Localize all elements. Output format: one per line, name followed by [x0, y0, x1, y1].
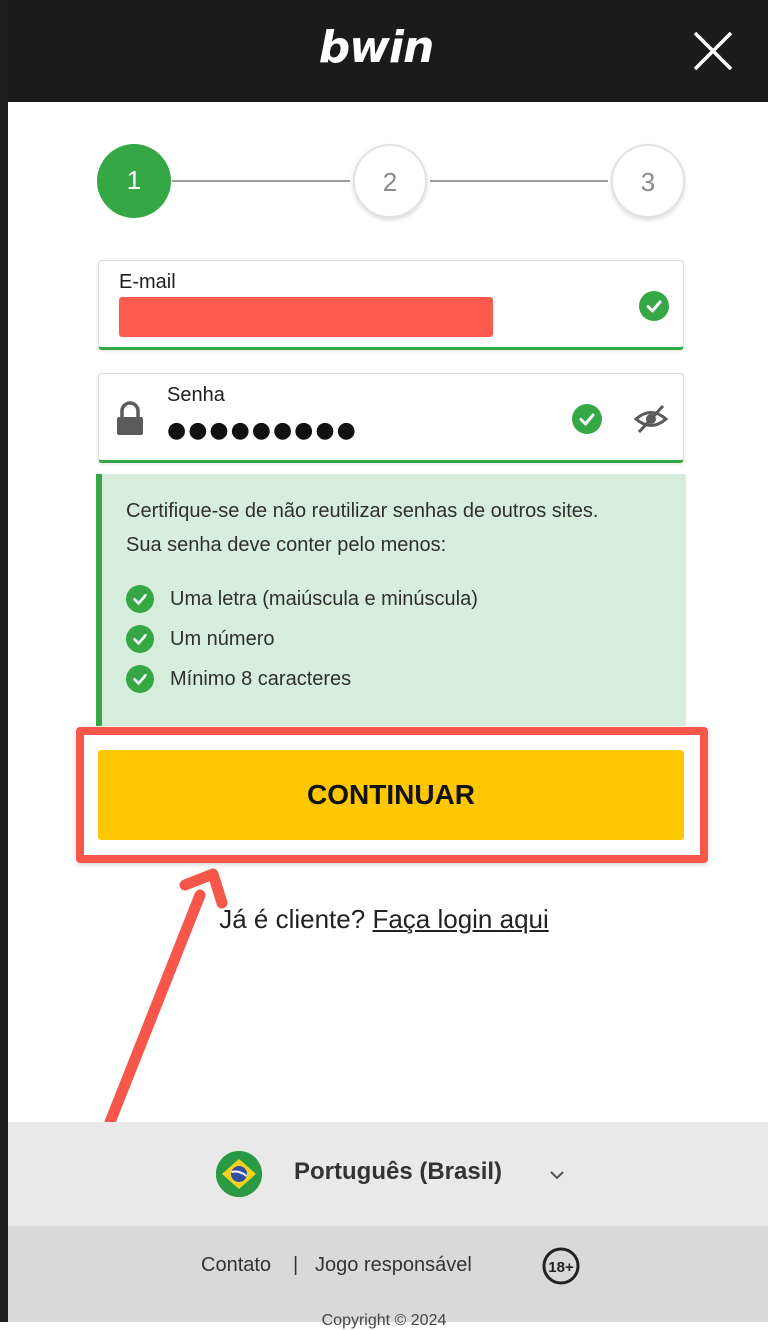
requirement-label: Um número	[170, 627, 275, 650]
login-prefix: Já é cliente?	[219, 904, 373, 934]
requirement-label: Mínimo 8 caracteres	[170, 667, 352, 690]
chevron-down-icon[interactable]	[546, 1164, 568, 1186]
login-link[interactable]: Faça login aqui	[372, 904, 548, 934]
email-field[interactable]: E-mail	[98, 260, 684, 350]
responsible-gaming-link[interactable]: Jogo responsável	[315, 1254, 472, 1277]
age-18-icon: 18+	[542, 1247, 580, 1285]
step-connector	[430, 180, 608, 182]
eye-off-icon[interactable]	[633, 401, 669, 437]
step-1: 1	[97, 144, 171, 218]
age-badge-label: 18+	[548, 1259, 574, 1276]
lock-icon	[117, 401, 143, 435]
step-connector	[172, 180, 350, 182]
email-label: E-mail	[119, 271, 176, 293]
redacted-email-value	[119, 297, 493, 337]
requirement-item: Um número	[126, 624, 274, 654]
password-value: ●●●●●●●●●	[167, 418, 358, 443]
requirement-item: Uma letra (maiúscula e minúscula)	[126, 584, 478, 614]
copyright-text: Copyright © 2024	[321, 1312, 447, 1329]
continue-button[interactable]: CONTINUAR	[98, 750, 684, 840]
hint-line-2: Sua senha deve conter pelo menos:	[126, 534, 447, 556]
requirement-label: Uma letra (maiúscula e minúscula)	[170, 587, 478, 610]
step-2: 2	[353, 144, 427, 218]
password-label: Senha	[167, 384, 225, 406]
footer-separator: |	[293, 1254, 299, 1276]
password-valid-check-icon	[572, 404, 602, 434]
email-valid-check-icon	[639, 291, 669, 321]
requirement-check-icon	[126, 665, 154, 693]
requirement-check-icon	[126, 625, 154, 653]
password-field[interactable]: Senha ●●●●●●●●●	[98, 373, 684, 463]
language-selector[interactable]: Português (Brasil)	[294, 1158, 502, 1186]
registration-stepper: 1 2 3	[0, 0, 768, 230]
brazil-flag-icon	[216, 1151, 262, 1197]
hint-line-1: Certifique-se de não reutilizar senhas d…	[126, 500, 599, 522]
contact-link[interactable]: Contato	[201, 1254, 271, 1277]
password-requirements: Certifique-se de não reutilizar senhas d…	[96, 474, 686, 726]
step-3: 3	[611, 144, 685, 218]
login-prompt: Já é cliente? Faça login aqui	[0, 904, 768, 935]
requirement-check-icon	[126, 585, 154, 613]
requirement-item: Mínimo 8 caracteres	[126, 664, 351, 694]
